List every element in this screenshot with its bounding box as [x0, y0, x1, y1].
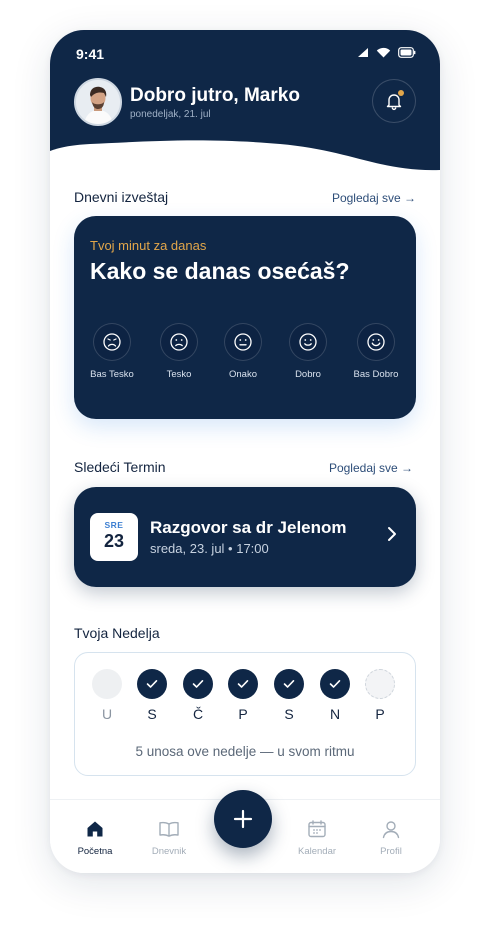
appointment-day-number: 23	[103, 531, 125, 551]
day-status-done	[137, 669, 167, 699]
week-day[interactable]: P	[226, 669, 260, 722]
mood-option-onako[interactable]: Onako	[208, 323, 278, 380]
week-day[interactable]: U	[90, 669, 124, 722]
nav-item-profil[interactable]: Profil	[356, 818, 426, 857]
mood-kicker: Tvoj minut za danas	[90, 238, 207, 253]
nav-label: Početna	[77, 846, 113, 857]
mood-label: Bas Tesko	[90, 369, 134, 380]
check-icon	[329, 680, 341, 688]
header: 9:41 Dobro jutro, Marko ponedeljak, 21. …	[50, 30, 440, 180]
day-status-done	[183, 669, 213, 699]
day-label: N	[329, 706, 341, 722]
day-label: S	[284, 706, 294, 722]
add-entry-button[interactable]	[214, 790, 272, 848]
day-label: U	[101, 706, 113, 722]
status-time: 9:41	[76, 46, 105, 62]
greeting-title: Dobro jutro, Marko	[130, 85, 300, 106]
week-title: Tvoja Nedelja	[74, 625, 160, 641]
check-icon	[146, 680, 158, 688]
week-tracker: U S Č P S N P 5 unosa ove nedelje — u sv…	[74, 652, 416, 776]
very-happy-face-icon	[367, 333, 385, 351]
week-day[interactable]: S	[272, 669, 306, 722]
notification-dot	[398, 90, 404, 96]
day-label: P	[238, 706, 248, 722]
signal-icon	[358, 48, 368, 57]
nav-item-kalendar[interactable]: Kalendar	[282, 818, 352, 857]
daily-report-title: Dnevni izveštaj	[74, 189, 169, 205]
sad-face-icon	[170, 333, 188, 351]
week-day[interactable]: S	[135, 669, 169, 722]
mood-option-bas-tesko[interactable]: Bas Tesko	[77, 323, 147, 380]
nav-item-dnevnik[interactable]: Dnevnik	[134, 818, 204, 857]
status-icons	[357, 47, 416, 58]
very-sad-face-icon	[103, 333, 121, 351]
happy-face-icon	[299, 333, 317, 351]
day-status-done	[274, 669, 304, 699]
week-summary: 5 unosa ove nedelje — u svom ritmu	[135, 744, 355, 759]
battery-icon	[398, 47, 416, 58]
chevron-right-icon	[388, 527, 396, 541]
user-icon	[382, 821, 400, 839]
appointment-time: sreda, 23. jul • 17:00	[150, 541, 269, 556]
nav-label: Kalendar	[297, 846, 337, 857]
notifications-button[interactable]	[372, 79, 416, 123]
nav-label: Dnevnik	[151, 846, 187, 857]
mood-label: Dobro	[295, 369, 321, 380]
appointment-card[interactable]: SRE 23 Razgovor sa dr Jelenom sreda, 23.…	[74, 487, 416, 587]
nav-item-pocetna[interactable]: Početna	[60, 818, 130, 857]
mood-card: Tvoj minut za danas Kako se danas osećaš…	[74, 216, 416, 419]
avatar[interactable]	[74, 78, 122, 126]
mood-label: Bas Dobro	[353, 369, 399, 380]
appointment-day-abbr: SRE	[104, 520, 124, 530]
check-icon	[283, 680, 295, 688]
calendar-icon	[308, 820, 326, 838]
day-label: S	[147, 706, 157, 722]
greeting-date: ponedeljak, 21. jul	[130, 109, 211, 120]
plus-icon	[233, 809, 253, 829]
week-day[interactable]: N	[318, 669, 352, 722]
mood-question: Kako se danas osećaš?	[90, 258, 350, 284]
appointment-date-tile: SRE 23	[90, 513, 138, 561]
day-label: P	[375, 706, 385, 722]
week-day[interactable]: Č	[181, 669, 215, 722]
neutral-face-icon	[234, 333, 252, 351]
day-status-empty	[92, 669, 122, 699]
appointment-title: Razgovor sa dr Jelenom	[150, 518, 347, 537]
check-icon	[237, 680, 249, 688]
day-status-done	[228, 669, 258, 699]
mood-label: Tesko	[166, 369, 192, 380]
mood-options: Bas Tesko Tesko Onako Dobro Bas Dobro	[74, 323, 416, 383]
next-appointment-title: Sledeći Termin	[74, 459, 166, 475]
mood-option-bas-dobro[interactable]: Bas Dobro	[341, 323, 411, 380]
week-day[interactable]: P	[363, 669, 397, 722]
book-icon	[159, 821, 179, 837]
day-label: Č	[192, 706, 204, 722]
daily-report-see-all-link[interactable]: Pogledaj sve →	[332, 191, 416, 205]
check-icon	[192, 680, 204, 688]
phone-frame: 9:41 Dobro jutro, Marko ponedeljak, 21. …	[50, 30, 440, 873]
mood-option-dobro[interactable]: Dobro	[273, 323, 343, 380]
day-status-future	[365, 669, 395, 699]
wifi-icon	[376, 47, 391, 58]
day-status-done	[320, 669, 350, 699]
home-icon	[87, 821, 103, 837]
mood-option-tesko[interactable]: Tesko	[144, 323, 214, 380]
nav-label: Profil	[380, 846, 402, 857]
mood-label: Onako	[229, 369, 257, 380]
user-photo-icon	[76, 80, 120, 124]
next-appointment-see-all-link[interactable]: Pogledaj sve →	[329, 461, 413, 475]
